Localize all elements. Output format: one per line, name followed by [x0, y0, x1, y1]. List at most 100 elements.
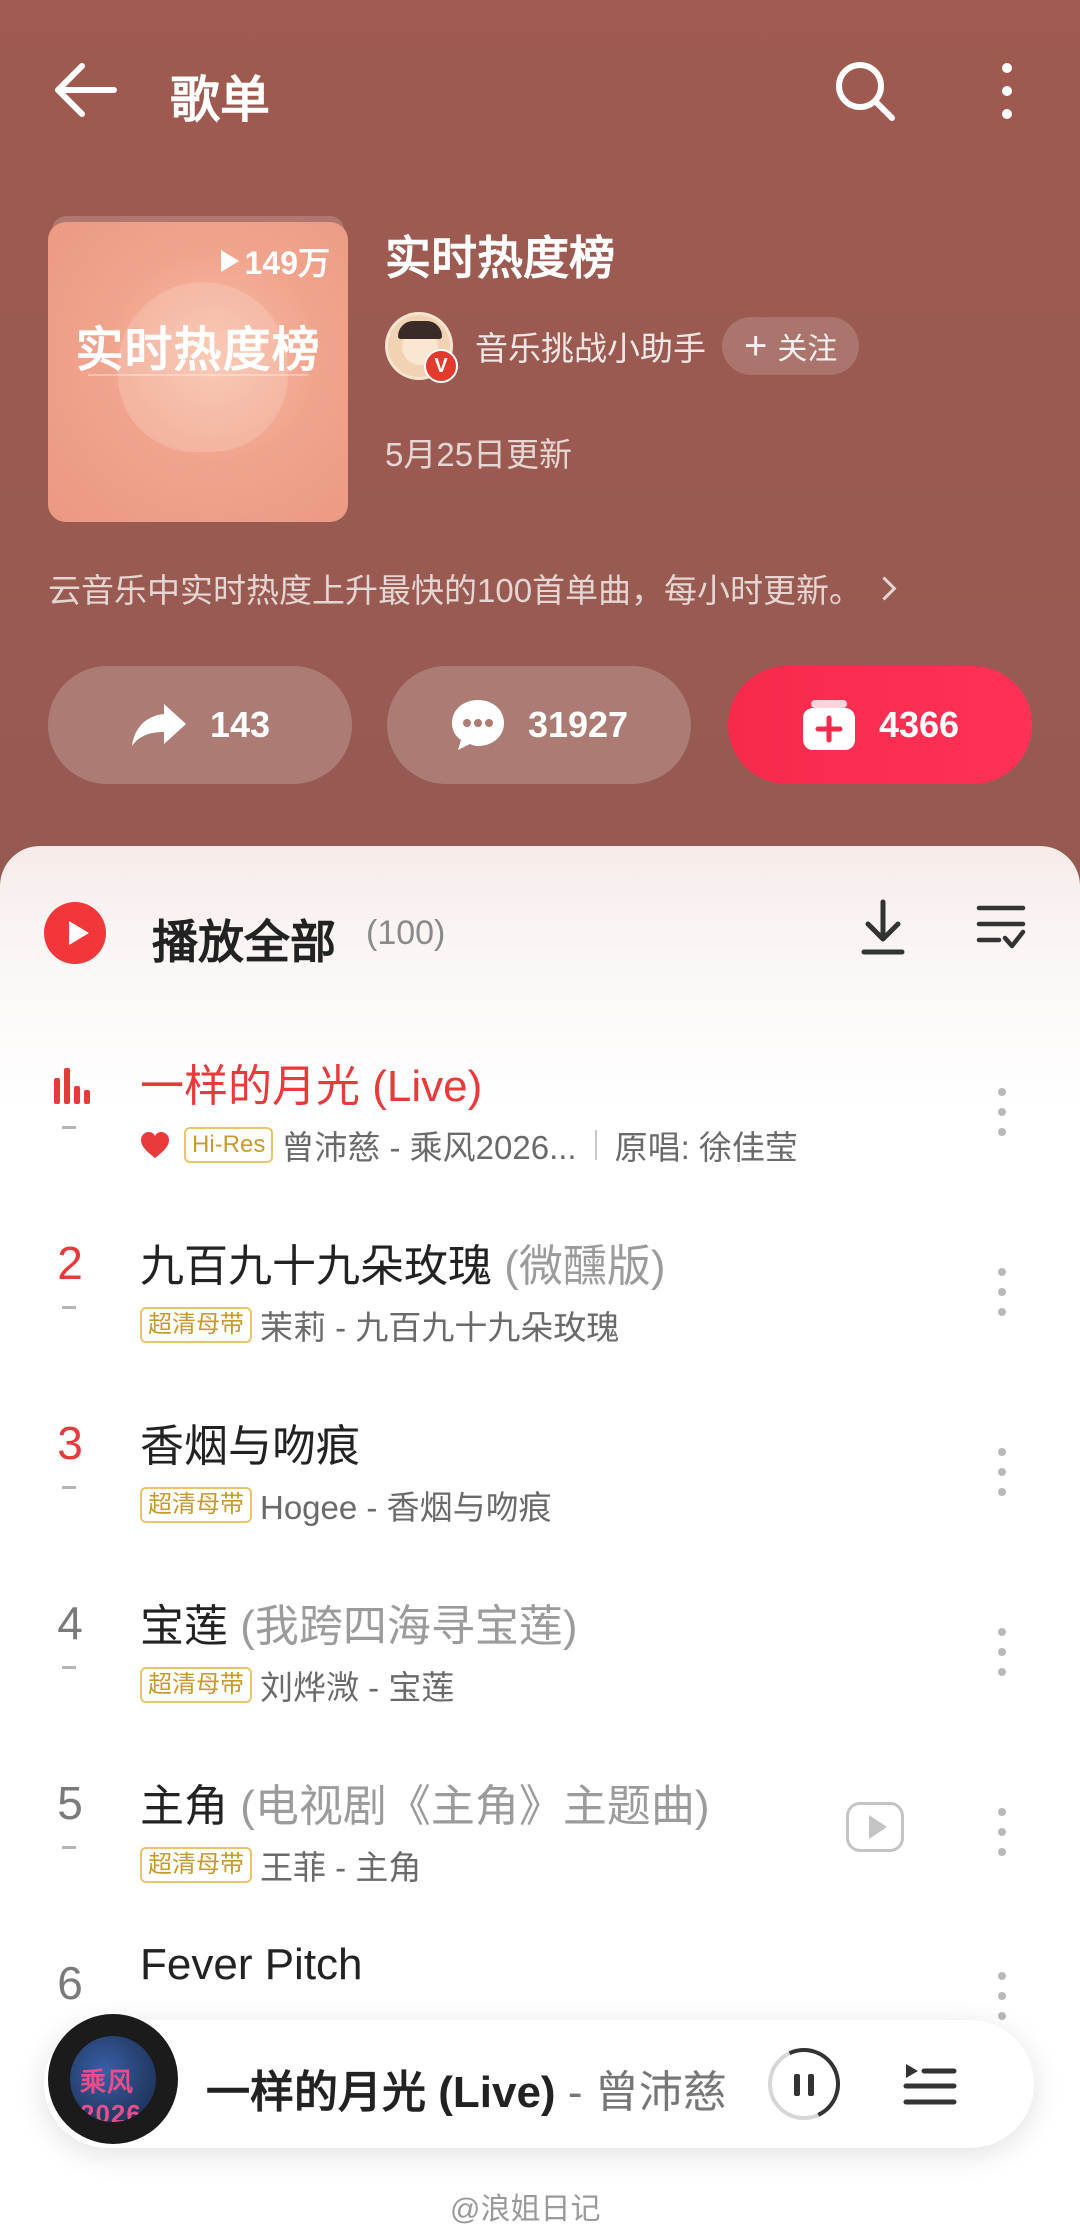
quality-tag: Hi-Res [184, 1127, 274, 1163]
watermark: @浪姐日记 [450, 2193, 601, 2226]
creator-row: V 音乐挑战小助手 + 关注 [385, 310, 860, 383]
back-button[interactable] [50, 58, 120, 122]
plus-icon: + [744, 324, 768, 368]
quality-tag: 超清母带 [140, 1847, 252, 1883]
search-icon [836, 62, 895, 121]
mini-player-title: 一样的月光 (Live) - 曾沛慈 [206, 2056, 727, 2120]
avatar-hair [398, 321, 442, 339]
more-vertical-icon [1002, 63, 1012, 119]
meta-divider [594, 1130, 597, 1160]
song-title-text: 一样的月光 (Live) [140, 1062, 483, 1111]
song-title-text: 宝莲 [140, 1602, 228, 1651]
download-icon [861, 899, 905, 955]
mini-player-disc[interactable]: 乘风2026 [48, 2014, 178, 2144]
song-subtitle: (我跨四海寻宝莲) [240, 1602, 578, 1651]
rank-trend [62, 1486, 76, 1489]
song-more-button[interactable] [990, 1802, 1014, 1862]
song-title-text: 九百九十九朵玫瑰 [140, 1242, 492, 1291]
rank-trend [62, 1666, 76, 1669]
creator-avatar[interactable]: V [385, 312, 458, 383]
pause-button[interactable] [768, 2048, 840, 2120]
play-count-value: 149万 [244, 245, 330, 281]
album-art-text: 乘风2026 [80, 2067, 142, 2122]
song-title: 香烟与吻痕 [140, 1410, 360, 1474]
multi-select-button[interactable] [975, 902, 1027, 952]
mini-player[interactable]: 乘风2026 一样的月光 (Live) - 曾沛慈 [44, 2014, 1034, 2148]
song-artist-album: 茉莉 - 九百九十九朵玫瑰 [260, 1309, 620, 1346]
playlist-cover[interactable]: 149万 实时热度榜 [48, 222, 348, 522]
album-art: 乘风2026 [70, 2036, 156, 2122]
cover-title: 实时热度榜 [75, 324, 321, 377]
song-rank: 5 [57, 1777, 83, 1829]
song-row[interactable]: 2 九百九十九朵玫瑰 (微醺版) 超清母带 茉莉 - 九百九十九朵玫瑰 [0, 1206, 1080, 1386]
song-title: 宝莲 (我跨四海寻宝莲) [140, 1590, 578, 1654]
song-meta: 超清母带 Hogee - 香烟与吻痕 [140, 1481, 552, 1529]
song-meta: 超清母带 茉莉 - 九百九十九朵玫瑰 [140, 1301, 619, 1349]
song-subtitle: (微醺版) [504, 1242, 666, 1291]
pause-icon [794, 2074, 800, 2096]
page-title: 歌单 [170, 72, 270, 128]
play-count: 149万 [220, 238, 330, 284]
play-count-icon [220, 250, 239, 272]
update-date: 5月25日更新 [385, 436, 573, 473]
quality-tag: 超清母带 [140, 1487, 252, 1523]
song-more-button[interactable] [990, 1262, 1014, 1322]
song-title: 九百九十九朵玫瑰 (微醺版) [140, 1230, 666, 1294]
playlist-queue-button[interactable] [902, 2054, 958, 2110]
song-artist-album: Hogee - 香烟与吻痕 [260, 1489, 552, 1526]
comment-icon [451, 700, 504, 750]
play-all-icon[interactable] [44, 902, 106, 964]
song-rank: 3 [57, 1417, 83, 1469]
quality-tag: 超清母带 [140, 1667, 252, 1703]
song-meta: 超清母带 王菲 - 主角 [140, 1841, 421, 1889]
rank-trend [62, 1846, 76, 1849]
music-video-icon[interactable] [846, 1802, 904, 1852]
queue-icon [903, 2064, 957, 2105]
collect-count: 4366 [878, 704, 960, 745]
playlist-name: 实时热度榜 [385, 232, 615, 284]
cover-divider [88, 374, 308, 376]
follow-button[interactable]: + 关注 [722, 317, 860, 375]
song-more-button[interactable] [990, 1622, 1014, 1682]
rank-trend [62, 1126, 76, 1129]
song-row[interactable]: 4 宝莲 (我跨四海寻宝莲) 超清母带 刘烨溦 - 宝莲 [0, 1566, 1080, 1746]
search-button[interactable] [830, 56, 900, 126]
creator-name[interactable]: 音乐挑战小助手 [475, 322, 706, 370]
download-button[interactable] [858, 898, 908, 958]
song-title: Fever Pitch [140, 1940, 363, 1990]
song-artist-album: 刘烨溦 - 宝莲 [260, 1669, 455, 1706]
song-more-button[interactable] [990, 1442, 1014, 1502]
song-meta: Hi-Res 曾沛慈 - 乘风2026... 原唱: 徐佳莹 [140, 1121, 798, 1169]
chevron-right-icon [872, 575, 897, 601]
song-row[interactable]: 3 香烟与吻痕 超清母带 Hogee - 香烟与吻痕 [0, 1386, 1080, 1566]
more-options-button[interactable] [985, 56, 1029, 126]
song-row[interactable]: 5 主角 (电视剧《主角》主题曲) 超清母带 王菲 - 主角 [0, 1746, 1080, 1926]
liked-heart-icon[interactable] [140, 1131, 170, 1159]
comment-count: 31927 [527, 704, 629, 745]
back-arrow-icon [55, 63, 117, 117]
comment-button[interactable]: 31927 [387, 666, 691, 784]
song-meta: 超清母带 刘烨溦 - 宝莲 [140, 1661, 454, 1709]
song-rank: 2 [57, 1237, 83, 1289]
share-icon [131, 704, 186, 746]
play-all-button[interactable]: 播放全部 [152, 906, 336, 972]
collect-icon [802, 700, 855, 750]
song-subtitle: (电视剧《主角》主题曲) [240, 1782, 710, 1831]
now-playing-icon [54, 1068, 90, 1104]
song-row[interactable]: 一样的月光 (Live) Hi-Res 曾沛慈 - 乘风2026... 原唱: … [0, 1026, 1080, 1206]
original-singer: 原唱: 徐佳莹 [614, 1129, 798, 1166]
play-all-row: 播放全部 (100) [0, 846, 1080, 1026]
song-artist-album: 曾沛慈 - 乘风2026... [281, 1129, 577, 1166]
now-playing-title: 一样的月光 (Live) [206, 2068, 556, 2117]
song-title-text: 香烟与吻痕 [140, 1422, 360, 1471]
playlist-description[interactable]: 云音乐中实时热度上升最快的100首单曲，每小时更新。 [48, 564, 897, 612]
collect-button[interactable]: 4366 [728, 666, 1032, 784]
now-playing-artist: - 曾沛慈 [567, 2068, 727, 2117]
song-more-button[interactable] [990, 1966, 1014, 2026]
song-title: 一样的月光 (Live) [140, 1050, 482, 1114]
share-button[interactable]: 143 [48, 666, 352, 784]
song-more-button[interactable] [990, 1082, 1014, 1142]
verified-badge: V [424, 349, 458, 383]
song-artist-album: 王菲 - 主角 [260, 1849, 422, 1886]
list-check-icon [976, 905, 1026, 949]
